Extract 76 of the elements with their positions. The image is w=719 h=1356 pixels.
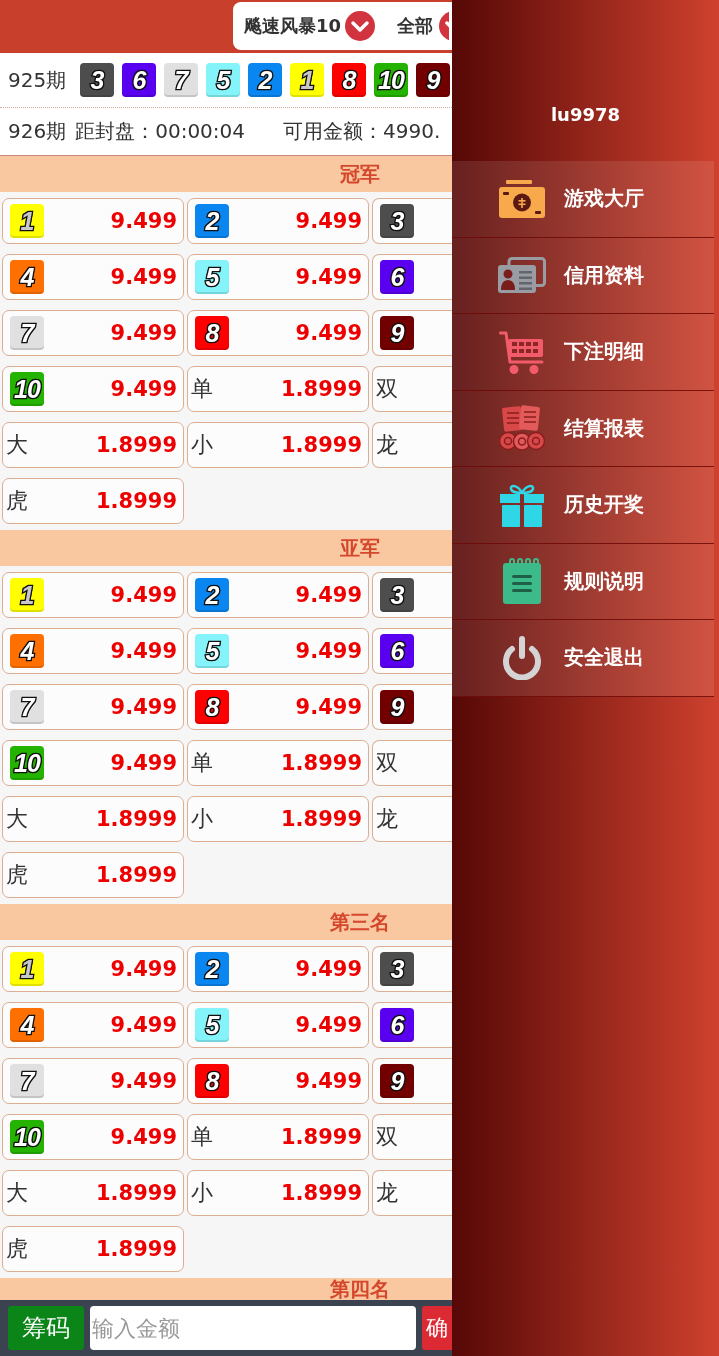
bet-option[interactable]: 9 xyxy=(372,310,452,356)
bet-option[interactable]: 5 9.499 xyxy=(187,628,369,674)
menu-item[interactable]: 历史开奖 xyxy=(452,467,714,544)
countdown: 距封盘：00:00:04 xyxy=(75,118,245,145)
bet-option[interactable]: 双 xyxy=(372,366,452,412)
bet-option[interactable]: 3 xyxy=(372,198,452,244)
power-icon xyxy=(501,635,543,680)
lottery-dropdown[interactable]: 飚速风暴10 xyxy=(244,9,376,43)
bet-option[interactable]: 龙 xyxy=(372,422,452,468)
menu-item[interactable]: 规则说明 xyxy=(452,543,714,620)
menu-item[interactable]: 游戏大厅 xyxy=(452,161,714,238)
bet-option[interactable]: 8 9.499 xyxy=(187,1058,369,1104)
last-period: 925期 xyxy=(8,66,68,94)
bet-option[interactable]: 单 1.8999 xyxy=(187,740,369,786)
bet-option[interactable]: 1 9.499 xyxy=(2,572,184,618)
bet-option[interactable]: 单 1.8999 xyxy=(187,366,369,412)
current-period: 926期 xyxy=(8,118,67,145)
gift-icon xyxy=(500,482,544,527)
notepad-icon xyxy=(503,558,541,605)
balance: 可用金额：4990. xyxy=(283,118,441,145)
section-header: 第三名 xyxy=(0,904,452,940)
section-header: 冠军 xyxy=(0,156,452,192)
bet-option[interactable]: 大 1.8999 xyxy=(2,1170,184,1216)
chevron-down-icon xyxy=(345,11,376,41)
bet-option[interactable]: 小 1.8999 xyxy=(187,1170,369,1216)
bet-option[interactable]: 7 9.499 xyxy=(2,310,184,356)
bet-option[interactable]: 小 1.8999 xyxy=(187,796,369,842)
bet-option[interactable]: 9 xyxy=(372,684,452,730)
bet-option[interactable]: 10 9.499 xyxy=(2,366,184,412)
bet-option[interactable]: 8 9.499 xyxy=(187,684,369,730)
bet-option[interactable]: 4 9.499 xyxy=(2,628,184,674)
amount-input[interactable]: 输入金额 xyxy=(90,1306,416,1350)
bet-option[interactable]: 8 9.499 xyxy=(187,310,369,356)
bet-option[interactable]: 7 9.499 xyxy=(2,1058,184,1104)
bet-option[interactable]: 6 xyxy=(372,628,452,674)
bet-option[interactable]: 7 9.499 xyxy=(2,684,184,730)
menu-item[interactable]: 信用资料 xyxy=(452,237,714,314)
section-header: 亚军 xyxy=(0,530,452,566)
bet-option[interactable]: 大 1.8999 xyxy=(2,796,184,842)
bet-option[interactable]: 大 1.8999 xyxy=(2,422,184,468)
bet-option[interactable]: 4 9.499 xyxy=(2,1002,184,1048)
confirm-button[interactable]: 确 xyxy=(422,1306,452,1350)
username: lu9978 xyxy=(550,104,621,126)
bet-option[interactable]: 2 9.499 xyxy=(187,572,369,618)
bet-option[interactable]: 1 9.499 xyxy=(2,198,184,244)
bet-option[interactable]: 龙 xyxy=(372,796,452,842)
bet-option[interactable]: 10 9.499 xyxy=(2,1114,184,1160)
bet-option[interactable]: 虎 1.8999 xyxy=(2,852,184,898)
bet-option[interactable]: 双 xyxy=(372,740,452,786)
banknote-icon xyxy=(499,179,545,218)
bet-option[interactable]: 单 1.8999 xyxy=(187,1114,369,1160)
bet-option[interactable]: 虎 1.8999 xyxy=(2,1226,184,1272)
bet-option[interactable]: 6 xyxy=(372,1002,452,1048)
chips-button[interactable]: 筹码 xyxy=(8,1306,84,1350)
bet-option[interactable]: 9 xyxy=(372,1058,452,1104)
bet-option[interactable]: 1 9.499 xyxy=(2,946,184,992)
calculator-coins-icon xyxy=(499,405,545,452)
bet-option[interactable]: 龙 xyxy=(372,1170,452,1216)
menu-item[interactable]: 结算报表 xyxy=(452,390,714,467)
bet-option[interactable]: 小 1.8999 xyxy=(187,422,369,468)
id-card-icon xyxy=(498,257,546,294)
bet-option[interactable]: 5 9.499 xyxy=(187,1002,369,1048)
bet-option[interactable]: 2 9.499 xyxy=(187,198,369,244)
bet-option[interactable]: 3 xyxy=(372,946,452,992)
bet-option[interactable]: 10 9.499 xyxy=(2,740,184,786)
section-header: 第四名 xyxy=(0,1278,452,1300)
menu-item[interactable]: 下注明细 xyxy=(452,314,714,391)
bet-option[interactable]: 双 xyxy=(372,1114,452,1160)
cart-icon xyxy=(499,329,545,374)
bet-option[interactable]: 6 xyxy=(372,254,452,300)
bet-option[interactable]: 5 9.499 xyxy=(187,254,369,300)
bet-option[interactable]: 4 9.499 xyxy=(2,254,184,300)
bet-option[interactable]: 2 9.499 xyxy=(187,946,369,992)
bet-option[interactable]: 虎 1.8999 xyxy=(2,478,184,524)
bet-option[interactable]: 3 xyxy=(372,572,452,618)
menu-item[interactable]: 安全退出 xyxy=(452,620,714,697)
